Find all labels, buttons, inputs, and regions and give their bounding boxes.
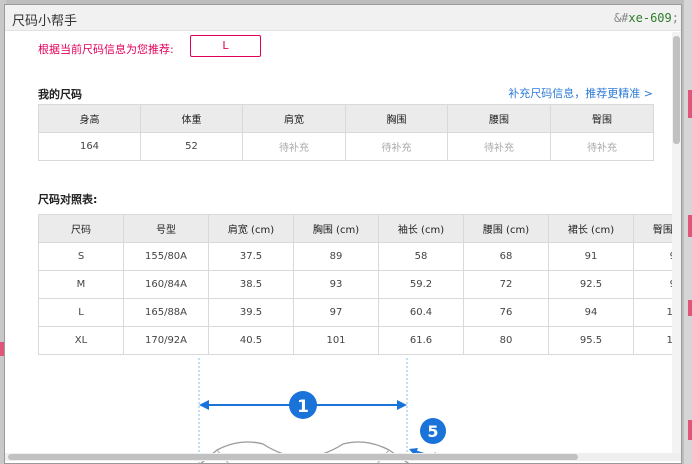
- vertical-scrollbar-thumb[interactable]: [673, 36, 680, 144]
- background-pink-accent: [688, 215, 692, 237]
- table-cell: 40.5: [208, 326, 294, 355]
- table-cell: M: [38, 270, 124, 299]
- table-row: M 160/84A 38.5 93 59.2 72 92.5 97: [38, 270, 681, 299]
- table-cell: XL: [38, 326, 124, 355]
- table-cell: 39.5: [208, 298, 294, 327]
- my-size-title: 我的尺码: [38, 88, 82, 101]
- table-row: XL 170/92A 40.5 101 61.6 80 95.5 105: [38, 326, 681, 355]
- my-size-table: 身高 体重 肩宽 胸围 腰围 臀围 164 52 待补充 待补充 待补充 待补充: [38, 104, 654, 161]
- table-cell: 80: [463, 326, 549, 355]
- background-pink-accent: [688, 420, 692, 440]
- table-cell: S: [38, 242, 124, 271]
- supplement-info-link[interactable]: 补充尺码信息，推荐更精准 >: [508, 85, 653, 101]
- header-cell: 腰围: [447, 104, 551, 133]
- table-cell: 60.4: [378, 298, 464, 327]
- header-cell: 臀围: [550, 104, 654, 133]
- table-cell: 160/84A: [123, 270, 209, 299]
- header-cell: 尺码: [38, 214, 124, 243]
- horizontal-scrollbar-thumb[interactable]: [8, 454, 578, 460]
- table-cell: 37.5: [208, 242, 294, 271]
- recommend-label: 根据当前尺码信息为您推荐:: [38, 43, 174, 56]
- table-cell: 92.5: [548, 270, 634, 299]
- header-cell: 身高: [38, 104, 141, 133]
- header-cell: 袖长 (cm): [378, 214, 464, 243]
- table-cell: 94: [548, 298, 634, 327]
- header-cell: 肩宽: [242, 104, 346, 133]
- marker-5-label: 5: [427, 422, 438, 441]
- table-cell: 165/88A: [123, 298, 209, 327]
- vertical-scrollbar[interactable]: [672, 32, 681, 453]
- header-cell: 胸围 (cm): [293, 214, 379, 243]
- header-cell: 腰围 (cm): [463, 214, 549, 243]
- table-cell: 91: [548, 242, 634, 271]
- marker-1-label: 1: [297, 397, 309, 417]
- table-row: 164 52 待补充 待补充 待补充 待补充: [38, 132, 654, 161]
- size-chart-table: 尺码 号型 肩宽 (cm) 胸围 (cm) 袖长 (cm) 腰围 (cm) 裙长…: [38, 214, 681, 355]
- size-chart-title: 尺码对照表:: [38, 193, 98, 206]
- table-cell-pending: 待补充: [345, 132, 448, 161]
- table-header-row: 尺码 号型 肩宽 (cm) 胸围 (cm) 袖长 (cm) 腰围 (cm) 裙长…: [38, 214, 681, 243]
- header-cell: 裙长 (cm): [548, 214, 634, 243]
- garment-measurement-diagram: 1 5: [198, 358, 495, 463]
- dialog-title: 尺码小帮手: [12, 14, 78, 29]
- table-row: L 165/88A 39.5 97 60.4 76 94 101: [38, 298, 681, 327]
- arrow-head-left: [199, 400, 209, 410]
- table-cell: 93: [293, 270, 379, 299]
- table-cell: 61.6: [378, 326, 464, 355]
- table-cell: L: [38, 298, 124, 327]
- table-cell: 76: [463, 298, 549, 327]
- table-cell: 59.2: [378, 270, 464, 299]
- header-cell: 号型: [123, 214, 209, 243]
- table-cell: 68: [463, 242, 549, 271]
- table-cell-pending: 待补充: [447, 132, 551, 161]
- header-cell: 肩宽 (cm): [208, 214, 294, 243]
- table-cell: 38.5: [208, 270, 294, 299]
- table-cell: 155/80A: [123, 242, 209, 271]
- table-cell: 101: [293, 326, 379, 355]
- table-cell-pending: 待补充: [550, 132, 654, 161]
- table-cell: 95.5: [548, 326, 634, 355]
- table-header-row: 身高 体重 肩宽 胸围 腰围 臀围: [38, 104, 654, 133]
- table-cell: 164: [38, 132, 141, 161]
- table-row: S 155/80A 37.5 89 58 68 91 93: [38, 242, 681, 271]
- background-pink-accent: [688, 300, 692, 316]
- table-cell: 97: [293, 298, 379, 327]
- table-cell: 89: [293, 242, 379, 271]
- dialog-titlebar: 尺码小帮手 &#xe-609;: [5, 5, 681, 31]
- close-icon[interactable]: &#xe-609;: [614, 11, 679, 25]
- header-cell: 体重: [140, 104, 243, 133]
- header-cell: 胸围: [345, 104, 448, 133]
- background-pink-accent: [688, 90, 692, 118]
- recommended-size-box: L: [190, 35, 261, 57]
- dialog-content[interactable]: 根据当前尺码信息为您推荐: L 我的尺码 补充尺码信息，推荐更精准 > 身高 体…: [5, 32, 681, 463]
- size-helper-dialog: 尺码小帮手 &#xe-609; 根据当前尺码信息为您推荐: L 我的尺码 补充尺…: [4, 4, 682, 464]
- table-cell: 58: [378, 242, 464, 271]
- horizontal-scrollbar[interactable]: [5, 453, 681, 461]
- arrow-head-right: [397, 400, 407, 410]
- table-cell: 52: [140, 132, 243, 161]
- table-cell-pending: 待补充: [242, 132, 346, 161]
- table-cell: 72: [463, 270, 549, 299]
- table-cell: 170/92A: [123, 326, 209, 355]
